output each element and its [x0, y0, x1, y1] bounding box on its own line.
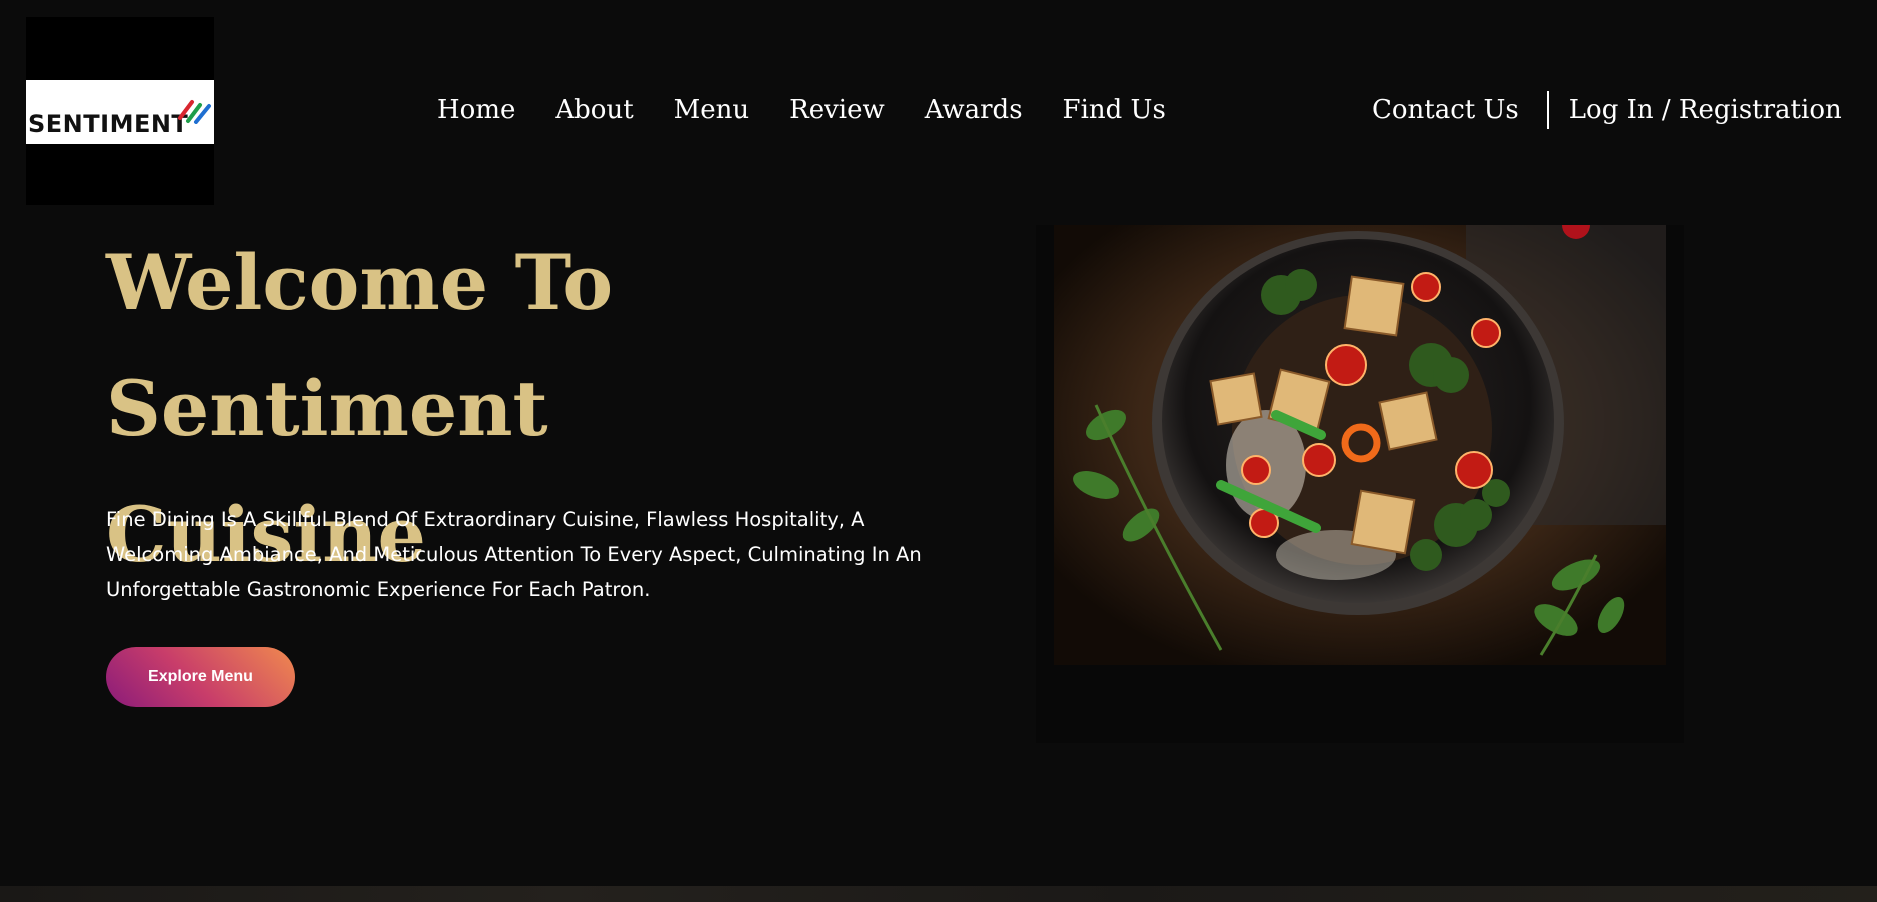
logo-text: SENTIMENT	[28, 110, 189, 138]
page: SENTIMENT Home About Menu Review Awards …	[0, 0, 1877, 902]
bottom-texture-strip	[0, 886, 1877, 902]
hero-title-line-1: Welcome To Sentiment	[106, 238, 614, 453]
hero-description: Fine Dining Is A Skillful Blend Of Extra…	[106, 508, 922, 601]
main-nav: Home About Menu Review Awards Find Us	[437, 90, 1166, 130]
account-nav: Contact Us Log In / Registration	[1372, 90, 1842, 130]
nav-awards[interactable]: Awards	[925, 95, 1023, 125]
login-registration-link[interactable]: Log In / Registration	[1569, 95, 1842, 125]
nav-find-us[interactable]: Find Us	[1063, 95, 1166, 125]
hero-food-image	[1036, 225, 1684, 743]
logo-plate: SENTIMENT	[26, 80, 214, 144]
logo[interactable]: SENTIMENT	[26, 17, 214, 205]
contact-us-link[interactable]: Contact Us	[1372, 95, 1519, 125]
nav-home[interactable]: Home	[437, 95, 515, 125]
explore-menu-button[interactable]: Explore Menu	[106, 647, 295, 707]
sentiment-logo-mark-icon	[178, 100, 211, 124]
nav-about[interactable]: About	[555, 95, 633, 125]
nav-divider	[1546, 91, 1549, 129]
nav-menu[interactable]: Menu	[674, 95, 750, 125]
nav-review[interactable]: Review	[789, 95, 885, 125]
